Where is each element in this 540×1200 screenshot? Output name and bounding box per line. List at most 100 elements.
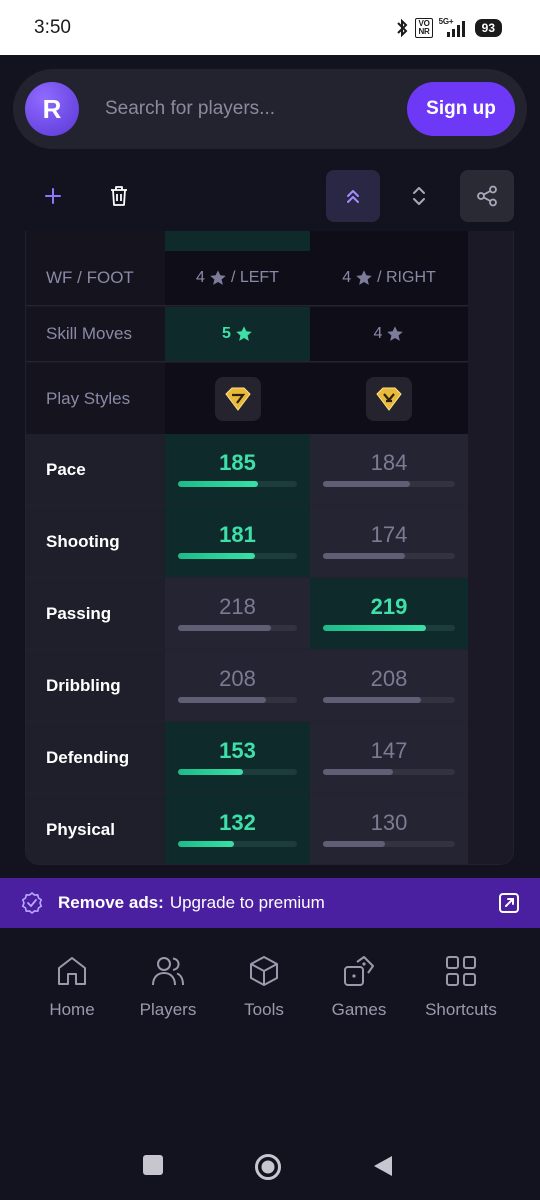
stat-label: Defending	[26, 722, 165, 793]
status-bar: 3:50 VO NR 5G+ 93	[0, 0, 540, 55]
battery-indicator: 93	[474, 18, 502, 37]
logo-letter: R	[42, 93, 62, 124]
stat-value: 147	[370, 738, 408, 763]
expand-all-button[interactable]	[392, 170, 446, 222]
signup-button[interactable]: Sign up	[407, 82, 515, 136]
player2-stat: 219	[310, 578, 468, 649]
compare-toolbar	[26, 170, 516, 222]
stat-bar-fill	[178, 625, 271, 631]
info-label: WF / FOOT	[26, 251, 165, 305]
status-time: 3:50	[34, 16, 71, 38]
stat-bar	[178, 769, 297, 775]
stat-row-shooting[interactable]: Shooting 181 174	[26, 506, 468, 578]
stat-bar-fill	[178, 481, 258, 487]
cube-icon	[250, 956, 278, 986]
stat-value: 208	[370, 666, 408, 691]
stat-row-pace[interactable]: Pace 185 184	[26, 434, 468, 506]
stat-bar-fill	[323, 481, 411, 487]
recents-button[interactable]	[142, 1154, 164, 1181]
home-icon	[58, 957, 86, 985]
player1-stat: 208	[165, 650, 310, 721]
verified-badge-icon	[21, 891, 43, 915]
stat-row-dribbling[interactable]: Dribbling 208 208	[26, 650, 468, 722]
add-player-button[interactable]	[26, 170, 80, 222]
stat-bar	[323, 769, 455, 775]
stat-bar-fill	[323, 769, 393, 775]
player2-skill-moves: 4	[310, 307, 468, 361]
external-link-icon	[499, 893, 519, 913]
player2-stat: 174	[310, 506, 468, 577]
stat-label: Passing	[26, 578, 165, 649]
stat-row-passing[interactable]: Passing 218 219	[26, 578, 468, 650]
delete-button[interactable]	[92, 170, 146, 222]
search-input[interactable]	[105, 98, 407, 120]
player2-wf-foot: 4 / RIGHT	[310, 251, 468, 305]
player1-stat: 153	[165, 722, 310, 793]
compare-table: WF / FOOT 4 / LEFT 4 / RIGHT Skill Moves…	[25, 231, 514, 865]
promo-title: Remove ads:	[58, 893, 164, 912]
stat-bar	[323, 625, 455, 631]
plus-icon	[45, 188, 61, 204]
app-logo[interactable]: R	[25, 82, 79, 136]
stat-bar	[178, 481, 297, 487]
stat-bar	[178, 841, 297, 847]
stat-label: Pace	[26, 434, 165, 505]
info-row-play-styles: Play Styles	[26, 363, 468, 434]
stat-bar	[178, 697, 297, 703]
p1-weak-foot: 4	[196, 269, 205, 286]
p1-skill-value: 5	[222, 325, 231, 342]
player2-stat: 208	[310, 650, 468, 721]
stat-label: Dribbling	[26, 650, 165, 721]
volte-label-bottom: NR	[418, 26, 430, 36]
stat-bar	[323, 697, 455, 703]
stat-label: Physical	[26, 794, 165, 864]
nav-players-label: Players	[139, 1000, 197, 1019]
stat-bar	[178, 553, 297, 559]
chevron-up-down-icon	[413, 187, 425, 205]
stat-bar	[323, 553, 455, 559]
remove-ads-banner[interactable]: Remove ads: Upgrade to premium	[0, 878, 540, 928]
bluetooth-icon	[397, 18, 408, 37]
nav-games[interactable]: Games	[309, 954, 409, 1020]
player2-stat: 184	[310, 434, 468, 505]
stat-bar-fill	[178, 769, 244, 775]
playstyle-badge-icon[interactable]	[366, 376, 412, 421]
stat-row-physical[interactable]: Physical 132 130	[26, 794, 468, 864]
system-nav-bar	[0, 1140, 540, 1200]
circle-icon	[255, 1154, 281, 1180]
volte-icon: VO NR	[415, 17, 433, 38]
stat-value: 181	[219, 522, 256, 547]
app-root: 3:50 VO NR 5G+ 93 R Search for players..…	[0, 0, 540, 1200]
nav-tools[interactable]: Tools	[214, 954, 314, 1020]
stat-bar-fill	[323, 697, 421, 703]
share-icon	[477, 185, 497, 207]
player1-skill-moves: 5	[165, 307, 310, 361]
player1-play-styles	[165, 363, 310, 434]
home-button[interactable]	[254, 1153, 282, 1186]
nav-home[interactable]: Home	[22, 954, 122, 1020]
share-button[interactable]	[460, 170, 514, 222]
app-header: R Sign up	[13, 69, 527, 149]
stat-bar-fill	[323, 625, 426, 631]
collapse-all-button[interactable]	[326, 170, 380, 222]
nav-players[interactable]: Players	[118, 954, 218, 1020]
grid-icon	[446, 956, 476, 986]
triangle-back-icon	[374, 1156, 392, 1176]
square-icon	[143, 1155, 163, 1175]
player2-stat: 130	[310, 794, 468, 864]
player1-stat: 218	[165, 578, 310, 649]
promo-text: Upgrade to premium	[169, 893, 325, 912]
stat-bar-fill	[178, 553, 256, 559]
nav-shortcuts-label: Shortcuts	[425, 1000, 497, 1019]
trash-icon	[111, 186, 127, 206]
stat-value: 184	[370, 450, 408, 475]
nav-shortcuts[interactable]: Shortcuts	[411, 954, 511, 1020]
playstyle-badge-icon[interactable]	[214, 376, 261, 421]
stat-row-defending[interactable]: Defending 153 147	[26, 722, 468, 794]
stat-bar-fill	[323, 841, 386, 847]
back-button[interactable]	[372, 1154, 394, 1183]
stat-value: 218	[219, 594, 256, 619]
signal-icon: 5G+	[439, 17, 469, 38]
stat-value: 153	[219, 738, 256, 763]
nav-home-label: Home	[49, 1000, 95, 1019]
